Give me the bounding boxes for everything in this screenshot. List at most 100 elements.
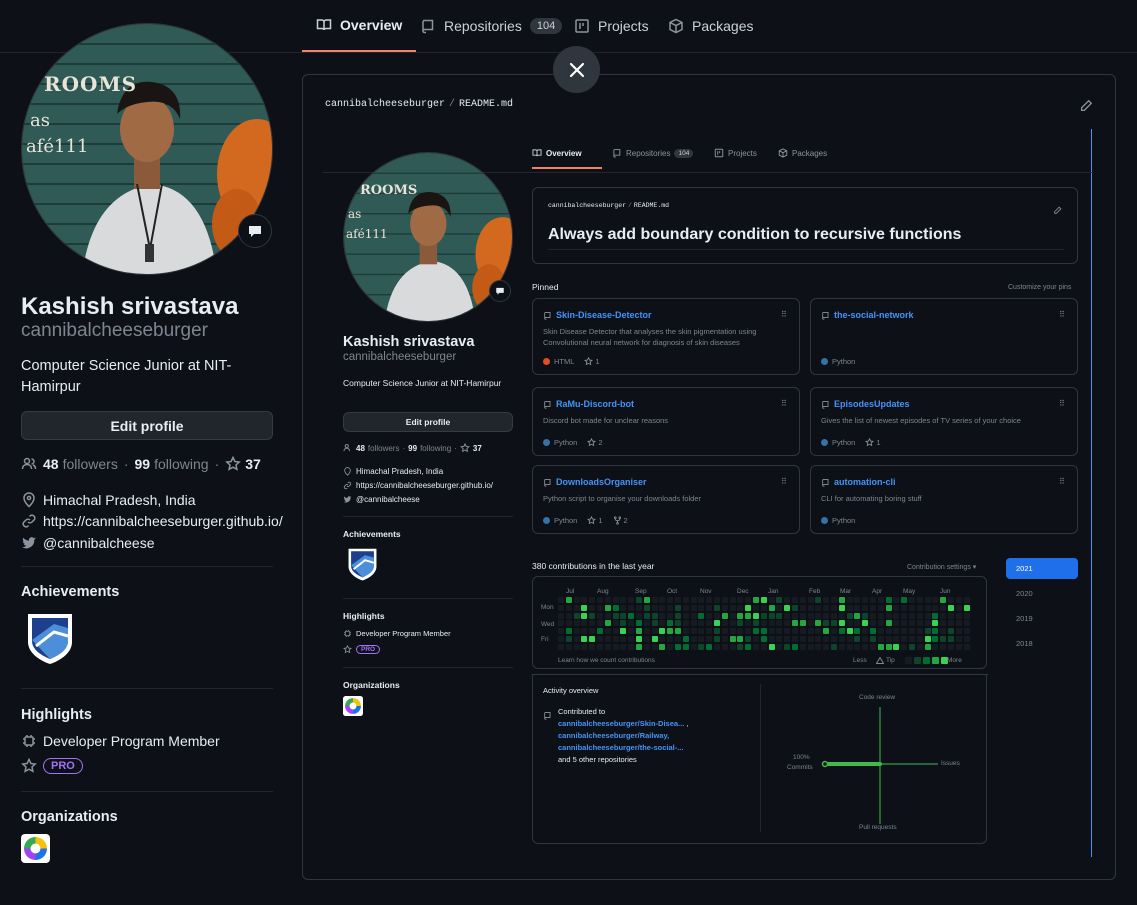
contribution-day[interactable] <box>589 597 596 603</box>
contribution-day[interactable] <box>589 628 596 635</box>
contribution-day[interactable] <box>784 643 791 650</box>
contribution-day[interactable] <box>589 620 596 627</box>
contribution-day[interactable] <box>823 604 830 611</box>
contribution-day[interactable] <box>838 597 845 603</box>
contribution-day[interactable] <box>846 636 853 642</box>
contribution-day[interactable] <box>698 636 705 642</box>
contribution-day[interactable] <box>885 620 892 627</box>
contribution-day[interactable] <box>885 643 892 650</box>
contribution-day[interactable] <box>581 636 588 642</box>
pinned-repo-card[interactable]: RaMu-Discord-bot ⠿ Discord bot made for un… <box>532 387 800 456</box>
contribution-day[interactable] <box>776 604 783 611</box>
contribution-day[interactable] <box>659 643 666 650</box>
scroll-indicator[interactable] <box>1091 129 1092 857</box>
contribution-day[interactable] <box>885 628 892 635</box>
contribution-day[interactable] <box>877 612 884 619</box>
contribution-day[interactable] <box>675 628 681 635</box>
drag-handle-icon[interactable]: ⠿ <box>1059 310 1065 319</box>
year-2019[interactable]: 2019 <box>1006 608 1078 629</box>
contribution-day[interactable] <box>831 620 837 627</box>
contribution-day[interactable] <box>659 628 666 635</box>
contribution-day[interactable] <box>714 604 720 611</box>
contribution-day[interactable] <box>675 597 681 603</box>
contribution-day[interactable] <box>807 604 814 611</box>
contribution-day[interactable] <box>831 628 837 635</box>
contribution-day[interactable] <box>589 643 596 650</box>
contribution-day[interactable] <box>924 636 931 642</box>
contribution-day[interactable] <box>877 597 884 603</box>
contribution-day[interactable] <box>893 597 900 603</box>
repo-stars[interactable]: 1 <box>865 438 881 447</box>
tab-repositories[interactable]: Repositories 104 <box>420 0 563 52</box>
contribution-day[interactable] <box>698 620 705 627</box>
repo-name-link[interactable]: automation-cli <box>834 477 896 487</box>
contribution-day[interactable] <box>573 620 580 627</box>
contribution-day[interactable] <box>620 620 627 627</box>
contribution-day[interactable] <box>963 612 970 619</box>
contribution-day[interactable] <box>690 604 697 611</box>
followers-link[interactable]: 48 followers <box>43 456 118 472</box>
contribution-day[interactable] <box>604 628 611 635</box>
contribution-day[interactable] <box>909 597 915 603</box>
contribution-day[interactable] <box>948 636 954 642</box>
contribution-day[interactable] <box>760 628 767 635</box>
contribution-day[interactable] <box>901 604 908 611</box>
contribution-day[interactable] <box>565 620 572 627</box>
repo-name-link[interactable]: DownloadsOrganiser <box>556 477 647 487</box>
contribution-day[interactable] <box>721 597 728 603</box>
contribution-day[interactable] <box>784 612 791 619</box>
contribution-day[interactable] <box>706 636 713 642</box>
contribution-day[interactable] <box>745 597 752 603</box>
contribution-day[interactable] <box>877 628 884 635</box>
contribution-day[interactable] <box>737 628 744 635</box>
repo-forks[interactable]: 2 <box>613 516 628 525</box>
contribution-day[interactable] <box>612 620 619 627</box>
contribution-day[interactable] <box>885 604 892 611</box>
contribution-day[interactable] <box>893 620 900 627</box>
contribution-day[interactable] <box>854 597 861 603</box>
contribution-day[interactable] <box>659 612 666 619</box>
contribution-day[interactable] <box>940 643 947 650</box>
contribution-day[interactable] <box>963 620 970 627</box>
contribution-day[interactable] <box>948 597 954 603</box>
mini-tab-packages[interactable]: Packages <box>778 148 827 158</box>
contribution-day[interactable] <box>698 597 705 603</box>
contribution-day[interactable] <box>643 620 650 627</box>
contribution-day[interactable] <box>893 612 900 619</box>
contribution-day[interactable] <box>714 620 720 627</box>
contribution-day[interactable] <box>636 628 642 635</box>
contribution-day[interactable] <box>784 628 791 635</box>
drag-handle-icon[interactable]: ⠿ <box>1059 399 1065 408</box>
repo-name-link[interactable]: Skin-Disease-Detector <box>556 310 652 320</box>
contribution-day[interactable] <box>877 636 884 642</box>
contribution-day[interactable] <box>909 612 915 619</box>
contribution-day[interactable] <box>604 604 611 611</box>
contribution-day[interactable] <box>815 643 822 650</box>
contribution-day[interactable] <box>682 612 689 619</box>
mini-twitter-link[interactable]: @cannibalcheese <box>356 495 420 504</box>
contribution-day[interactable] <box>932 597 939 603</box>
contribution-day[interactable] <box>955 620 962 627</box>
contribution-day[interactable] <box>721 628 728 635</box>
contribution-day[interactable] <box>909 636 915 642</box>
contribution-day[interactable] <box>589 612 596 619</box>
contribution-day[interactable] <box>760 636 767 642</box>
contribution-day[interactable] <box>916 604 923 611</box>
mini-readme-file[interactable]: README.md <box>634 202 669 209</box>
contribution-day[interactable] <box>604 643 611 650</box>
contribution-day[interactable] <box>792 597 798 603</box>
contribution-day[interactable] <box>698 628 705 635</box>
contribution-day[interactable] <box>831 604 837 611</box>
contribution-day[interactable] <box>955 612 962 619</box>
contribution-day[interactable] <box>901 636 908 642</box>
contribution-day[interactable] <box>776 636 783 642</box>
contribution-day[interactable] <box>955 597 962 603</box>
contribution-day[interactable] <box>893 604 900 611</box>
contribution-day[interactable] <box>737 604 744 611</box>
contribution-day[interactable] <box>667 612 674 619</box>
contribution-day[interactable] <box>768 597 775 603</box>
mini-status-button[interactable] <box>489 280 511 302</box>
contribution-day[interactable] <box>940 620 947 627</box>
contribution-day[interactable] <box>792 628 798 635</box>
contribution-day[interactable] <box>558 597 564 603</box>
